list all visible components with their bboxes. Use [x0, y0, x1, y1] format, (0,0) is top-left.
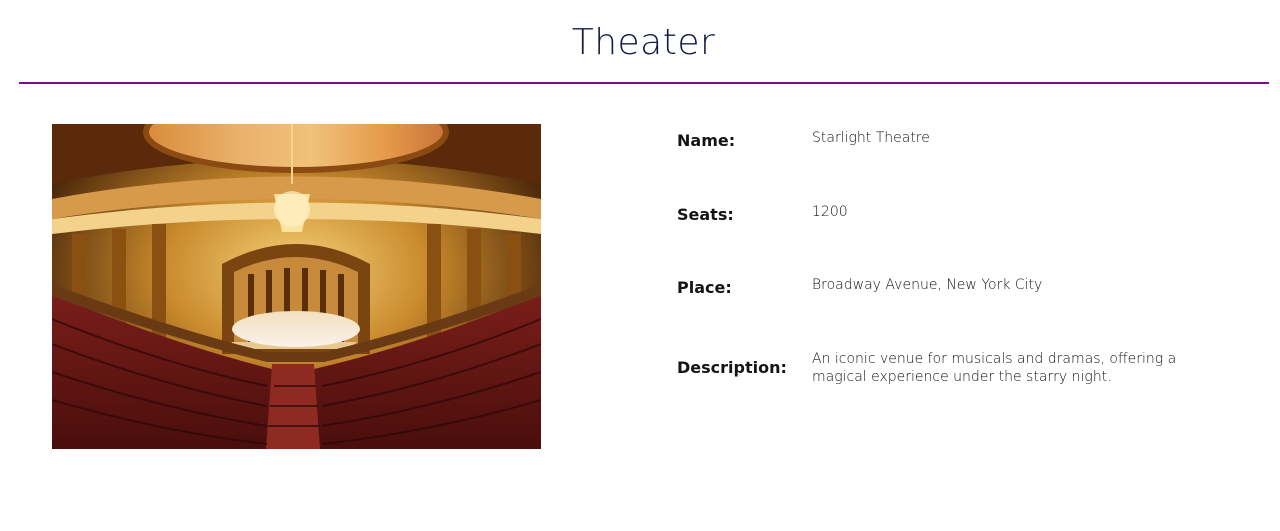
name-value: Starlight Theatre — [812, 130, 930, 146]
description-label: Description: — [677, 358, 787, 377]
seats-label: Seats: — [677, 205, 734, 224]
place-value: Broadway Avenue, New York City — [812, 277, 1043, 293]
name-label: Name: — [677, 131, 736, 150]
description-value: An iconic venue for musicals and dramas,… — [812, 351, 1177, 385]
seats-value: 1200 — [812, 204, 848, 220]
theater-photo — [52, 124, 541, 449]
place-label: Place: — [677, 278, 732, 297]
page-title: Theater — [571, 22, 716, 63]
title-divider — [19, 82, 1269, 84]
